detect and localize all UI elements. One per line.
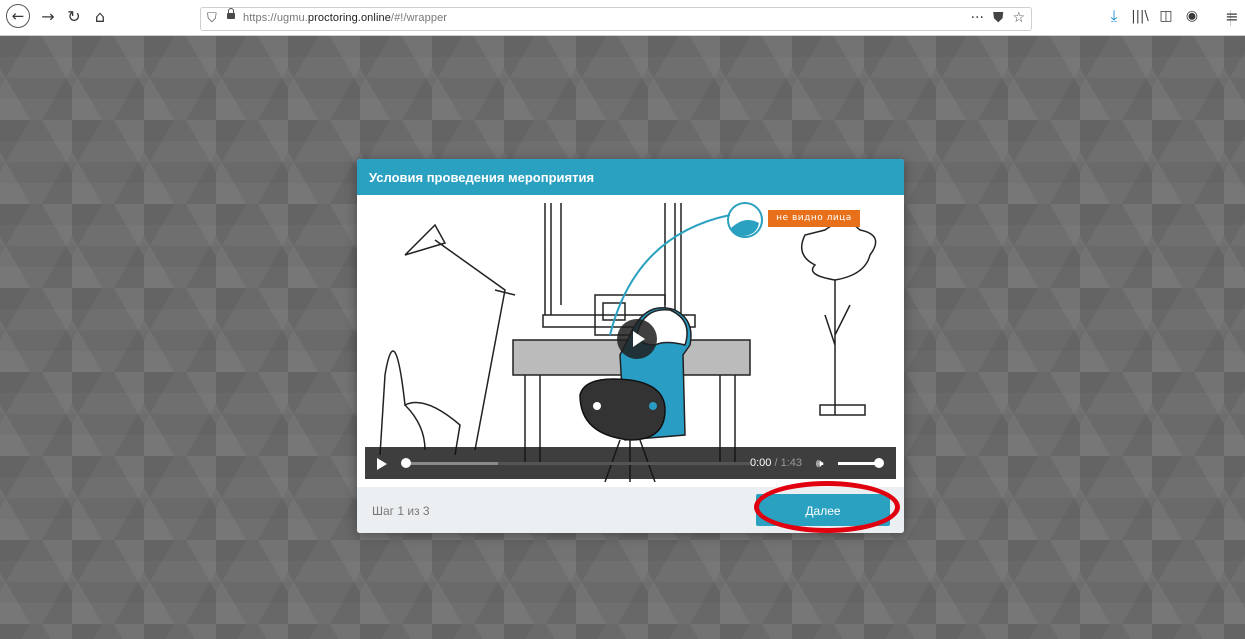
back-icon[interactable]: ← bbox=[6, 4, 30, 28]
url-text[interactable]: https://ugmu.proctoring.online/#!/wrappe… bbox=[243, 12, 447, 24]
library-icon[interactable]: |||\ bbox=[1128, 4, 1152, 28]
volume-knob[interactable] bbox=[874, 458, 884, 468]
duration: 1:43 bbox=[780, 457, 803, 469]
dialog-footer: Шаг 1 из 3 Далее bbox=[357, 487, 904, 533]
home-icon[interactable]: ⌂ bbox=[88, 4, 112, 28]
step-indicator: Шаг 1 из 3 bbox=[372, 504, 430, 518]
dialog-header: Условия проведения мероприятия bbox=[357, 159, 904, 195]
more-icon[interactable]: ··· bbox=[971, 10, 984, 26]
video-player[interactable]: не видно лица 0:00 / 1:43 🕪 bbox=[365, 195, 896, 482]
video-buffered-range bbox=[405, 462, 499, 465]
next-button[interactable]: Далее bbox=[756, 494, 890, 526]
menu-icon[interactable]: ≡ bbox=[1220, 4, 1244, 28]
no-face-visible-badge: не видно лица bbox=[768, 210, 860, 227]
sidebar-icon[interactable]: ◫ bbox=[1154, 4, 1178, 28]
reload-icon[interactable]: ↻ bbox=[62, 4, 86, 28]
address-bar[interactable]: ⛉ https://ugmu.proctoring.online/#!/wrap… bbox=[200, 7, 1032, 31]
dialog-title: Условия проведения мероприятия bbox=[369, 170, 595, 185]
volume-icon[interactable]: 🕪 bbox=[816, 456, 824, 471]
browser-toolbar: ← → ↻ ⌂ ⛉ https://ugmu.proctoring.online… bbox=[0, 0, 1245, 36]
video-progress-bar[interactable] bbox=[405, 462, 750, 465]
video-controls-bar: 0:00 / 1:43 🕪 bbox=[365, 447, 896, 479]
bookmark-star-icon[interactable]: ☆ bbox=[1012, 10, 1025, 26]
video-play-overlay-button[interactable] bbox=[617, 319, 657, 359]
pocket-icon[interactable]: ⛊ bbox=[993, 10, 1004, 26]
video-time: 0:00 / 1:43 bbox=[750, 457, 802, 469]
current-time: 0:00 bbox=[750, 457, 772, 469]
account-icon[interactable]: ◉ bbox=[1180, 4, 1204, 28]
event-conditions-dialog: Условия проведения мероприятия не видно … bbox=[357, 159, 904, 533]
play-icon[interactable] bbox=[377, 458, 387, 470]
shield-icon[interactable]: ⛉ bbox=[207, 10, 217, 26]
forward-icon[interactable]: → bbox=[36, 4, 60, 28]
lock-icon[interactable] bbox=[227, 8, 235, 19]
time-separator: / bbox=[771, 457, 781, 469]
video-progress-knob[interactable] bbox=[401, 458, 411, 468]
download-icon[interactable]: ⤓ bbox=[1102, 4, 1126, 28]
